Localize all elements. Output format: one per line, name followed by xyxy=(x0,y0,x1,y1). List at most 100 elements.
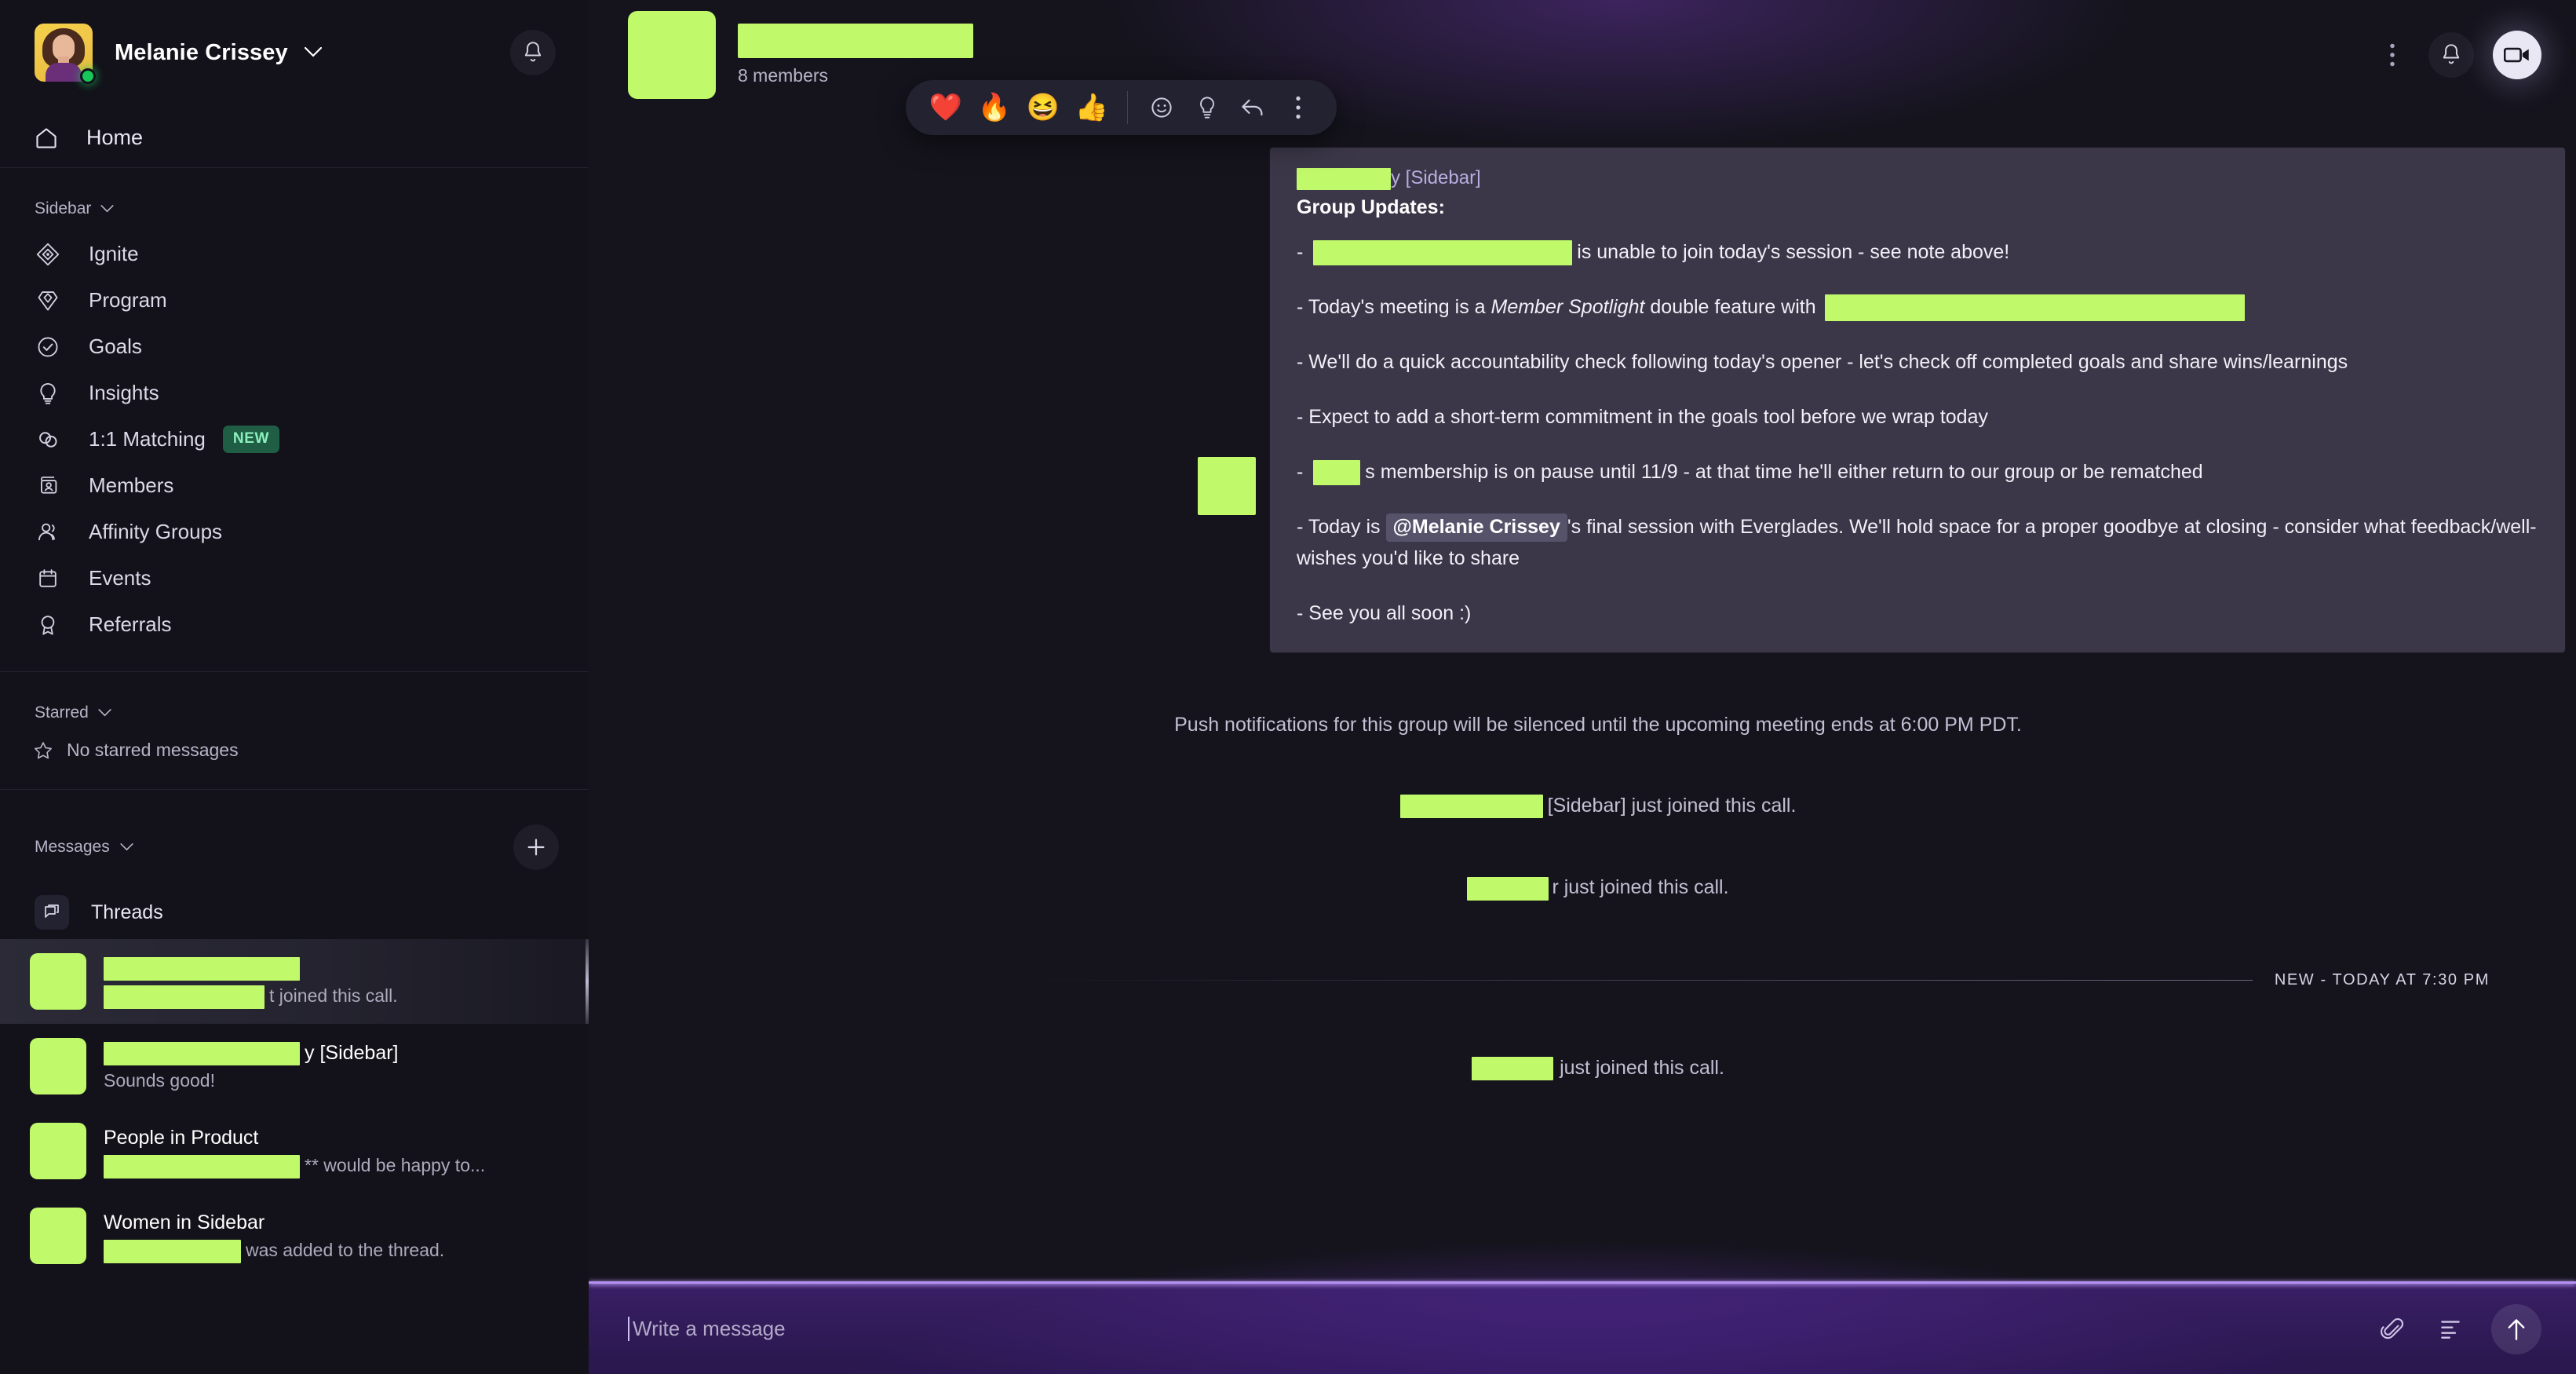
home-icon xyxy=(35,126,58,150)
chat-header-actions xyxy=(2375,31,2541,79)
section-header-sidebar[interactable]: Sidebar xyxy=(0,168,589,231)
account-name-button[interactable]: Melanie Crissey xyxy=(115,40,322,66)
online-status-dot xyxy=(80,68,96,84)
system-join-text: [Sidebar] just joined this call. xyxy=(1547,795,1797,817)
conversation-item[interactable]: y [Sidebar] Sounds good! xyxy=(0,1024,589,1109)
sidebar-item-threads[interactable]: Threads xyxy=(0,886,589,939)
attach-file-button[interactable] xyxy=(2375,1307,2410,1351)
sidebar-item-label: Program xyxy=(89,288,167,312)
notifications-button[interactable] xyxy=(510,30,556,75)
conversation-item[interactable]: t joined this call. xyxy=(0,939,589,1024)
chat-header: 8 members xyxy=(589,0,2576,110)
group-avatar-redacted xyxy=(628,11,716,99)
gem-icon xyxy=(35,289,61,312)
status-badge-new: NEW xyxy=(222,426,280,453)
section-header-starred[interactable]: Starred xyxy=(0,672,589,735)
reaction-toolbar: ❤️ 🔥 😆 👍 xyxy=(906,80,1337,135)
reaction-emoji-button[interactable]: 😆 xyxy=(1019,83,1067,132)
chat-notifications-button[interactable] xyxy=(2428,32,2474,78)
emoji-picker-button[interactable] xyxy=(1139,85,1184,130)
calendar-icon xyxy=(35,567,61,590)
send-message-button[interactable] xyxy=(2491,1303,2541,1354)
system-note-text: Push notifications for this group will b… xyxy=(1174,714,2022,736)
user-mention[interactable]: @Melanie Crissey xyxy=(1385,513,1567,542)
reaction-emoji-button[interactable]: 👍 xyxy=(1067,83,1116,132)
message-author-name: y [Sidebar] xyxy=(1391,167,1481,188)
reply-arrow-icon xyxy=(1240,97,1265,119)
message-author: y [Sidebar] xyxy=(1297,163,2538,193)
conversation-avatar-redacted xyxy=(30,953,86,1010)
sidebar-item-insights[interactable]: Insights xyxy=(0,370,589,416)
arrow-up-icon xyxy=(2506,1317,2527,1341)
message-avatar-redacted xyxy=(1198,457,1256,515)
smiley-face-icon xyxy=(1150,96,1173,119)
system-join-message: [Sidebar] just joined this call. xyxy=(589,795,2576,819)
starred-empty-label: No starred messages xyxy=(67,740,239,760)
sidebar: Melanie Crissey Home Sidebar Ignite Prog… xyxy=(0,0,589,1374)
lightbulb-icon xyxy=(35,382,61,405)
conversation-body: Women in Sidebar was added to the thread. xyxy=(104,1208,589,1264)
system-join-message: r just joined this call. xyxy=(589,876,2576,901)
award-icon xyxy=(35,613,61,637)
sidebar-item-label: Members xyxy=(89,473,174,497)
message-line: - We'll do a quick accountability check … xyxy=(1297,351,2348,373)
sidebar-item-members[interactable]: Members xyxy=(0,462,589,509)
conversation-body: t joined this call. xyxy=(104,953,589,1010)
conversation-title xyxy=(104,955,589,981)
conversation-avatar-redacted xyxy=(30,1123,86,1179)
threads-icon xyxy=(35,895,69,930)
message-bubble[interactable]: y [Sidebar] Group Updates: - is unable t… xyxy=(1270,148,2565,652)
message-line: - Expect to add a short-term commitment … xyxy=(1297,406,1988,428)
message-line: - Today is @Melanie Crissey's final sess… xyxy=(1297,511,2538,574)
new-message-button[interactable] xyxy=(513,824,559,870)
avatar[interactable] xyxy=(35,24,96,84)
conversation-title: People in Product xyxy=(104,1127,259,1149)
message-more-options-button[interactable] xyxy=(1275,85,1321,130)
sidebar-item-ignite[interactable]: Ignite xyxy=(0,231,589,277)
section-label-messages-button[interactable]: Messages xyxy=(35,838,133,857)
message-block: y [Sidebar] Group Updates: - is unable t… xyxy=(589,148,2576,652)
conversation-title: y [Sidebar] xyxy=(104,1040,589,1066)
conversation-item[interactable]: Women in Sidebar was added to the thread. xyxy=(0,1193,589,1278)
plus-icon xyxy=(525,836,547,858)
chat-more-options-button[interactable] xyxy=(2375,33,2410,77)
sidebar-item-program[interactable]: Program xyxy=(0,277,589,323)
sidebar-item-label: Insights xyxy=(89,381,159,404)
sidebar-item-referrals[interactable]: Referrals xyxy=(0,601,589,648)
sidebar-item-events[interactable]: Events xyxy=(0,555,589,601)
sidebar-item-label: 1:1 Matching xyxy=(89,427,206,451)
start-video-call-button[interactable] xyxy=(2493,31,2541,79)
sidebar-item-label: Ignite xyxy=(89,242,139,265)
message-body: - is unable to join today's session - se… xyxy=(1297,236,2538,629)
message-composer xyxy=(589,1281,2576,1374)
sidebar-item-1-1-matching[interactable]: 1:1 Matching NEW xyxy=(0,416,589,462)
reaction-emoji-button[interactable]: 🔥 xyxy=(970,83,1019,132)
message-heading: Group Updates: xyxy=(1297,196,1445,218)
conversation-title: Women in Sidebar xyxy=(104,1211,265,1233)
diamond-compass-icon xyxy=(35,243,61,266)
message-input[interactable] xyxy=(628,1317,2375,1341)
text-formatting-button[interactable] xyxy=(2433,1307,2468,1351)
lightbulb-icon xyxy=(1196,96,1218,119)
chevron-down-icon xyxy=(304,46,322,57)
account-name: Melanie Crissey xyxy=(115,39,288,65)
bell-icon xyxy=(522,41,544,64)
chevron-down-icon xyxy=(120,843,133,851)
sidebar-item-affinity-groups[interactable]: Affinity Groups xyxy=(0,509,589,555)
conversation-preview: was added to the thread. xyxy=(104,1236,589,1264)
sidebar-item-label: Affinity Groups xyxy=(89,520,223,543)
conversation-item[interactable]: People in Product ** would be happy to... xyxy=(0,1109,589,1193)
reply-button[interactable] xyxy=(1230,85,1275,130)
new-messages-label: NEW - TODAY AT 7:30 PM xyxy=(2274,970,2490,988)
toolbar-divider xyxy=(1127,91,1128,124)
conversation-list: t joined this call. y [Sidebar] Sounds goo… xyxy=(0,939,589,1278)
kudos-lightbulb-button[interactable] xyxy=(1184,85,1230,130)
reaction-emoji-button[interactable]: ❤️ xyxy=(921,83,970,132)
two-circles-icon xyxy=(35,428,61,451)
message-line: - s membership is on pause until 11/9 - … xyxy=(1297,456,2538,488)
conversation-avatar-redacted xyxy=(30,1208,86,1264)
sidebar-item-goals[interactable]: Goals xyxy=(0,323,589,370)
video-camera-icon xyxy=(2504,46,2530,64)
sidebar-item-home[interactable]: Home xyxy=(0,108,589,168)
check-circle-icon xyxy=(35,335,61,359)
